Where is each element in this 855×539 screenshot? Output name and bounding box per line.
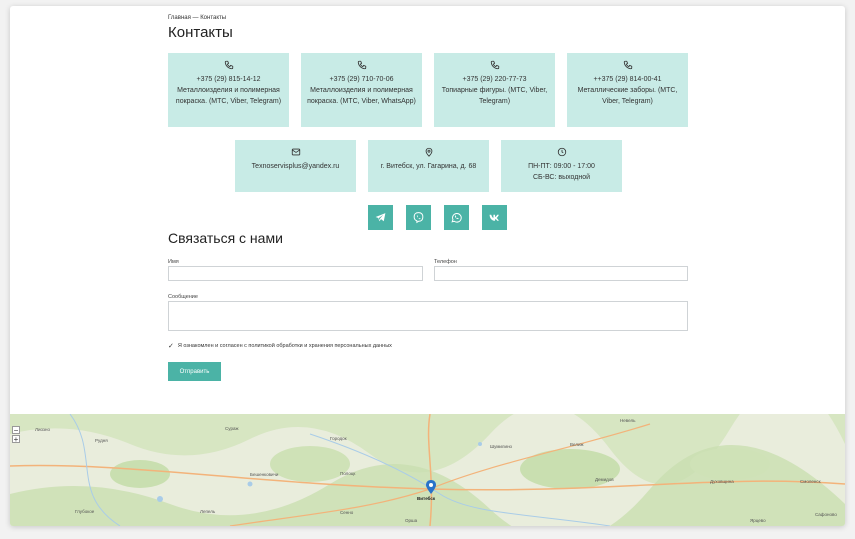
contact-form-title: Связаться с нами (168, 230, 283, 246)
name-input[interactable] (168, 266, 423, 281)
whatsapp-button[interactable] (444, 205, 469, 230)
telegram-button[interactable] (368, 205, 393, 230)
map-place: Невель (620, 418, 636, 423)
map-place: Орша (405, 518, 418, 523)
phone-description: Металлические заборы. (МТС, Viber, Teleg… (577, 87, 678, 105)
phone-number[interactable]: ++375 (29) 814-00-41 (589, 74, 665, 85)
page-frame: Главная — Контакты Контакты +375 (29) 81… (10, 6, 845, 526)
address-text: г. Витебск, ул. Гагарина, д. 68 (380, 163, 477, 170)
phone-icon (357, 60, 366, 70)
map-place: Духовщина (710, 479, 734, 484)
phone-icon (623, 60, 632, 70)
map-place: Ярцево (750, 518, 766, 523)
phone-label: Телефон (434, 259, 457, 265)
phone-number[interactable]: +375 (29) 220-77-73 (458, 74, 530, 85)
contact-card-phone-1: +375 (29) 815-14-12 Металлоизделия и пол… (168, 53, 289, 127)
breadcrumb-separator: — (192, 15, 199, 21)
map-zoom-in-button[interactable]: + (12, 435, 20, 444)
page-title: Контакты (168, 24, 233, 41)
breadcrumb-current: Контакты (200, 15, 227, 21)
map-place: Городок (330, 436, 347, 441)
consent-text: Я ознакомлен и согласен с политикой обра… (177, 343, 392, 349)
mail-icon (291, 148, 300, 156)
map-place: Бешенковичи (250, 472, 279, 477)
contact-card-email: Texnoservisplus@yandex.ru (235, 140, 356, 192)
phone-description: Топиарные фигуры. (МТС, Viber, Telegram) (441, 87, 548, 105)
viber-button[interactable] (406, 205, 431, 230)
contact-card-phone-4: ++375 (29) 814-00-41 Металлические забор… (567, 53, 688, 127)
phone-description: Металлоизделия и полимерная покраска. (М… (307, 87, 416, 105)
clock-icon (557, 147, 566, 157)
vk-icon (489, 214, 499, 221)
message-label: Сообщение (168, 294, 198, 300)
hours-weekdays: ПН-ПТ: 09:00 - 17:00 (528, 163, 595, 170)
location-pin-icon (425, 147, 432, 157)
map-background (10, 414, 845, 526)
map-zoom-out-button[interactable]: − (12, 426, 20, 435)
map-place: Полоцк (340, 471, 356, 476)
viber-icon (413, 212, 424, 224)
map-place: Велиж (570, 442, 584, 447)
consent-row: ✓ Я ознакомлен и согласен с политикой об… (168, 342, 392, 350)
phone-icon (224, 60, 233, 70)
vk-button[interactable] (482, 205, 507, 230)
map-place: Лиозно (35, 427, 50, 432)
contact-card-address: г. Витебск, ул. Гагарина, д. 68 (368, 140, 489, 192)
phone-number[interactable]: +375 (29) 815-14-12 (192, 74, 264, 85)
consent-checkbox[interactable]: ✓ (168, 342, 174, 350)
submit-button[interactable]: Отправить (168, 362, 221, 381)
map-pin-icon (426, 480, 436, 494)
map-place: Сенно (340, 510, 354, 515)
email-link[interactable]: Texnoservisplus@yandex.ru (248, 161, 344, 172)
name-label: Имя (168, 259, 179, 265)
map-place: Рудня (95, 438, 108, 443)
map-place: Сураж (225, 426, 239, 431)
map[interactable]: Лиозно Рудня Сураж Городок Шумилино Беше… (10, 414, 845, 526)
contact-card-hours: ПН-ПТ: 09:00 - 17:00 СБ-ВС: выходной (501, 140, 622, 192)
breadcrumb: Главная — Контакты (168, 15, 226, 21)
message-textarea[interactable] (168, 301, 688, 331)
phone-number[interactable]: +375 (29) 710-70-06 (325, 74, 397, 85)
hours-weekend: СБ-ВС: выходной (532, 174, 591, 181)
phone-input[interactable] (434, 266, 688, 281)
contact-card-phone-3: +375 (29) 220-77-73 Топиарные фигуры. (М… (434, 53, 555, 127)
map-marker-label: Витебск (417, 496, 436, 501)
map-place: Демидов (595, 477, 614, 482)
contact-card-phone-2: +375 (29) 710-70-06 Металлоизделия и пол… (301, 53, 422, 127)
whatsapp-icon (451, 212, 462, 223)
phone-icon (490, 60, 499, 70)
telegram-icon (375, 213, 386, 222)
map-place: Сафоново (815, 512, 837, 517)
map-place: Лепель (200, 509, 216, 514)
breadcrumb-home-link[interactable]: Главная (168, 15, 191, 21)
map-place: Смоленск (800, 479, 821, 484)
map-place: Шумилино (490, 444, 513, 449)
map-place: Глубокое (75, 509, 95, 514)
phone-description: Металлоизделия и полимерная покраска. (М… (175, 87, 282, 105)
